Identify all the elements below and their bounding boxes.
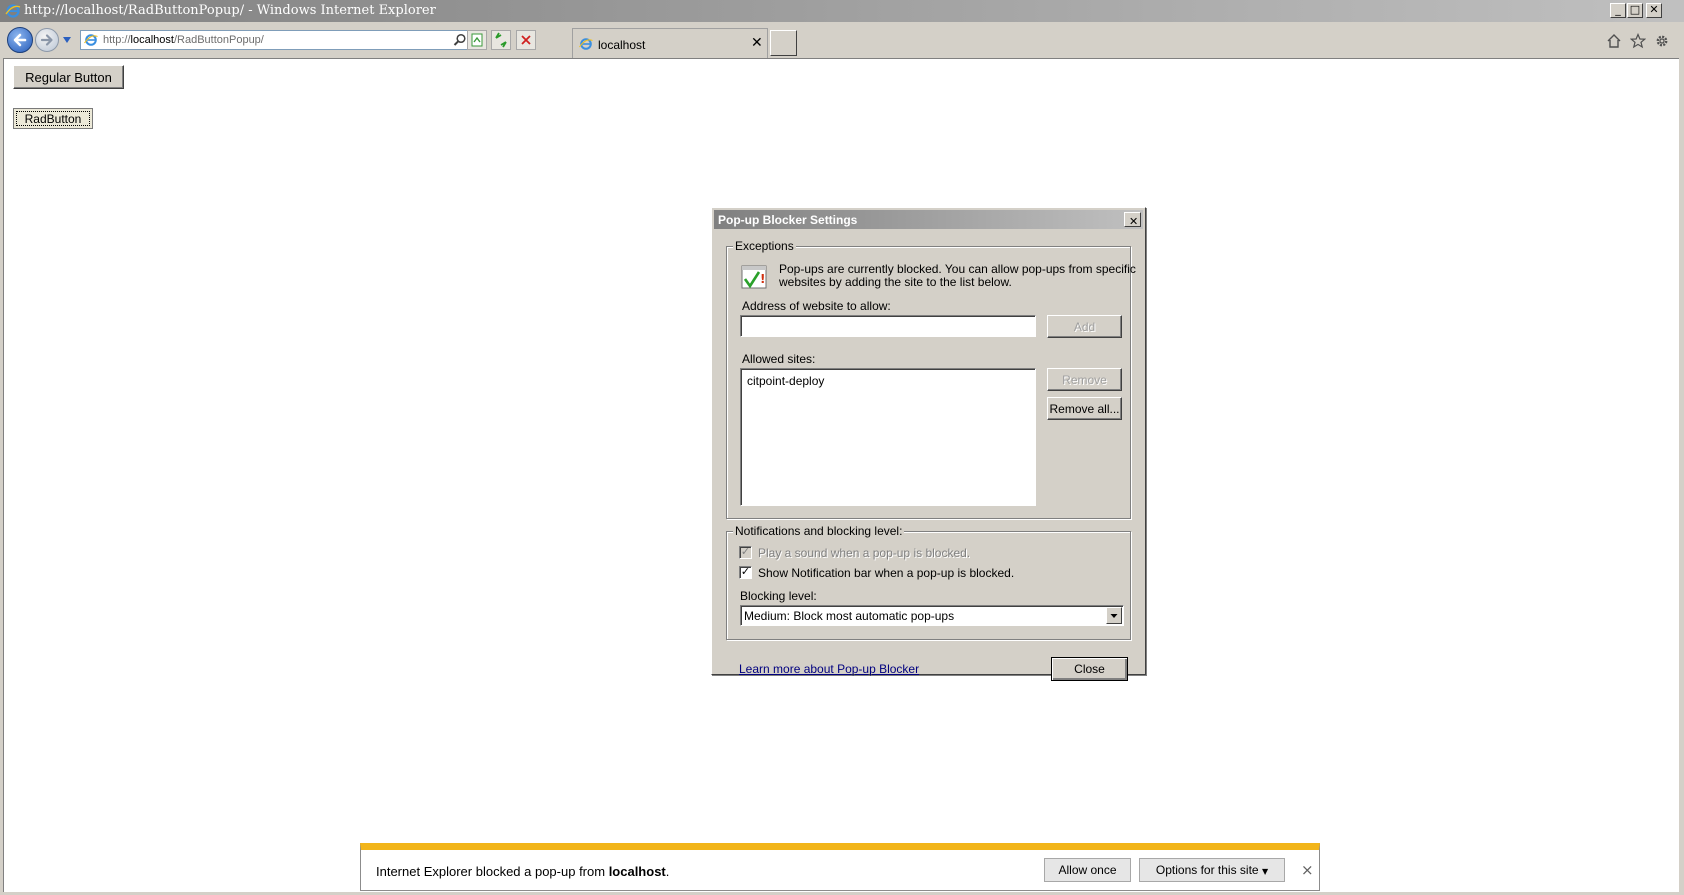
allowed-sites-label: Allowed sites: — [742, 352, 816, 366]
search-icon[interactable] — [453, 33, 467, 47]
show-notification-bar-label: Show Notification bar when a pop-up is b… — [758, 566, 1015, 580]
play-sound-label: Play a sound when a pop-up is blocked. — [758, 546, 971, 560]
list-item[interactable]: citpoint-deploy — [747, 374, 824, 388]
chevron-down-icon: ▼ — [1261, 867, 1269, 876]
recent-pages-dropdown[interactable] — [62, 36, 72, 44]
exceptions-legend: Exceptions — [733, 239, 796, 253]
remove-all-button[interactable]: Remove all... — [1047, 397, 1122, 420]
ie-page-icon — [579, 38, 593, 50]
show-notification-bar-checkbox[interactable]: ✓ — [739, 566, 752, 579]
compatibility-view-button[interactable] — [467, 30, 487, 50]
minimize-button[interactable]: _ — [1610, 3, 1626, 18]
notification-close-icon[interactable]: × — [1301, 861, 1314, 879]
forward-button[interactable] — [35, 28, 59, 52]
regular-button[interactable]: Regular Button — [13, 65, 124, 89]
back-arrow-icon — [13, 33, 27, 47]
notifications-legend: Notifications and blocking level: — [733, 524, 905, 538]
close-button[interactable]: Close — [1051, 657, 1128, 681]
popup-blocker-settings-dialog: Pop-up Blocker Settings ✕ Exceptions ! P… — [711, 207, 1146, 681]
ie-logo-icon — [5, 4, 21, 18]
address-bar[interactable]: http://localhost/RadButtonPopup/ — [80, 30, 485, 50]
blocking-level-value: Medium: Block most automatic pop-ups — [744, 609, 955, 623]
back-button[interactable] — [7, 27, 33, 53]
tab-close-icon[interactable]: ✕ — [751, 35, 763, 51]
window-title-bar: http://localhost/RadButtonPopup/ - Windo… — [0, 0, 1684, 22]
new-tab-button[interactable] — [770, 30, 797, 56]
tools-gear-icon[interactable] — [1654, 33, 1670, 49]
window-close-button[interactable]: ✕ — [1646, 3, 1662, 18]
add-button[interactable]: Add — [1047, 315, 1122, 338]
maximize-button[interactable]: □ — [1627, 3, 1643, 18]
exceptions-group: Exceptions ! Pop-ups are currently block… — [726, 239, 1136, 519]
close-icon: ✕ — [1649, 3, 1659, 16]
home-icon[interactable] — [1606, 33, 1622, 49]
allowed-sites-list[interactable]: citpoint-deploy — [740, 368, 1036, 506]
rad-button[interactable]: RadButton — [13, 108, 93, 129]
dialog-title: Pop-up Blocker Settings — [718, 213, 858, 227]
window-title: http://localhost/RadButtonPopup/ - Windo… — [24, 3, 436, 18]
learn-more-link[interactable]: Learn more about Pop-up Blocker — [739, 662, 919, 676]
notifications-group: Notifications and blocking level: ✓ Play… — [726, 524, 1131, 640]
popup-notification-bar: Internet Explorer blocked a pop-up from … — [360, 843, 1320, 891]
blocking-level-dropdown-button[interactable] — [1106, 607, 1122, 624]
blocking-level-select[interactable]: Medium: Block most automatic pop-ups — [740, 605, 1124, 626]
tab-localhost[interactable]: localhost ✕ — [572, 28, 768, 58]
dialog-title-bar: Pop-up Blocker Settings ✕ — [714, 210, 1143, 229]
refresh-button[interactable] — [491, 30, 511, 50]
compatibility-icon — [471, 33, 483, 47]
minimize-icon: _ — [1615, 3, 1621, 16]
options-for-this-site-button[interactable]: Options for this site ▼ — [1139, 858, 1285, 882]
navigation-bar: http://localhost/RadButtonPopup/ localho… — [0, 22, 1684, 58]
tab-label: localhost — [598, 38, 646, 52]
dialog-close-button[interactable]: ✕ — [1124, 212, 1141, 228]
ie-page-icon — [84, 34, 98, 46]
svg-text:!: ! — [760, 272, 765, 286]
close-icon: ✕ — [1129, 215, 1139, 228]
checkmark-icon: ✓ — [740, 565, 751, 578]
website-address-input[interactable] — [740, 315, 1036, 337]
stop-icon — [521, 35, 531, 45]
address-label: Address of website to allow: — [742, 299, 891, 313]
play-sound-checkbox[interactable]: ✓ — [739, 546, 752, 559]
remove-button[interactable]: Remove — [1047, 368, 1122, 391]
notification-message: Internet Explorer blocked a pop-up from … — [376, 864, 670, 879]
blocking-level-label: Blocking level: — [740, 589, 817, 603]
exceptions-info-line2: websites by adding the site to the list … — [779, 275, 1012, 289]
stop-button[interactable] — [516, 30, 536, 50]
maximize-icon: □ — [1629, 3, 1641, 16]
chevron-down-icon — [1110, 614, 1118, 618]
allow-once-button[interactable]: Allow once — [1044, 858, 1131, 882]
refresh-icon — [495, 32, 507, 48]
checkmark-icon: ✓ — [740, 545, 751, 558]
address-input[interactable]: http://localhost/RadButtonPopup/ — [103, 34, 264, 46]
popup-blocked-icon: ! — [741, 265, 767, 289]
favorites-star-icon[interactable] — [1630, 33, 1646, 49]
forward-arrow-icon — [40, 34, 53, 46]
exceptions-info-line1: Pop-ups are currently blocked. You can a… — [779, 262, 1136, 276]
